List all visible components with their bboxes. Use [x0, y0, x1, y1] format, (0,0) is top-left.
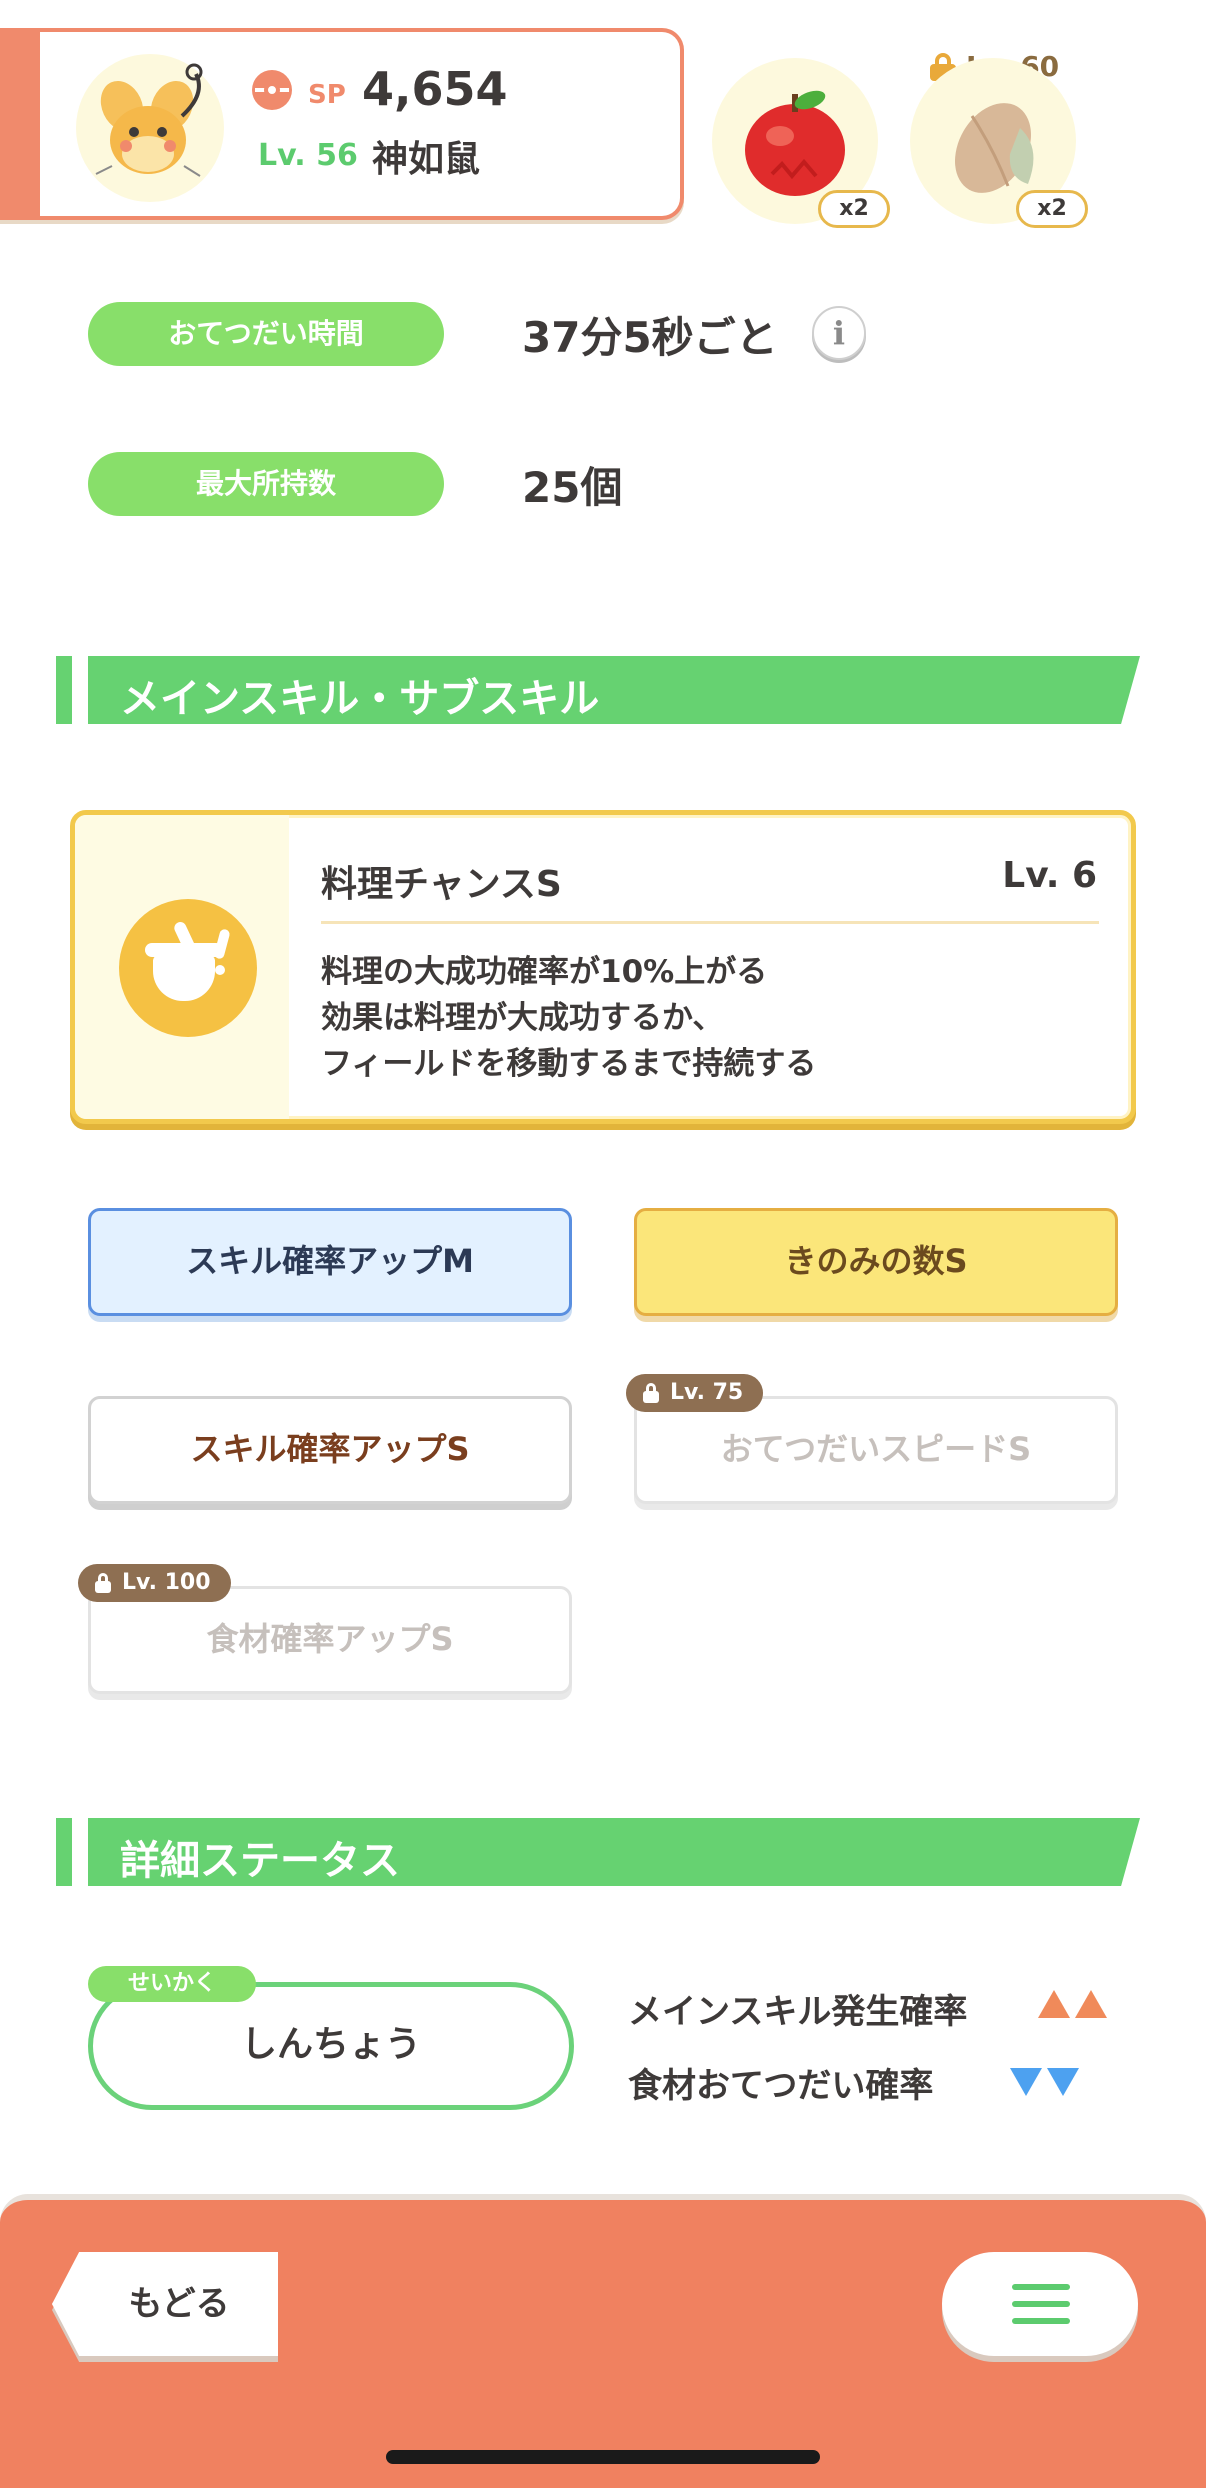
- pokemon-name: 神如鼠: [372, 139, 481, 180]
- nature-tag: せいかく: [88, 1966, 256, 2002]
- lock-icon: [94, 1573, 112, 1593]
- sub-skill-button-locked[interactable]: 食材確率アップS: [88, 1586, 572, 1694]
- up-arrows: [1038, 1990, 1108, 2022]
- back-button[interactable]: もどる: [52, 2252, 278, 2356]
- down-arrows: [1010, 2068, 1080, 2100]
- help-time-label: おてつだい時間: [88, 302, 444, 366]
- info-icon[interactable]: i: [812, 306, 866, 360]
- card-accent-bar: [0, 32, 40, 216]
- sub-skill-button[interactable]: スキル確率アップS: [88, 1396, 572, 1504]
- lock-level-tag: Lv. 75: [626, 1374, 764, 1412]
- sp-label: SP: [308, 80, 346, 110]
- nature-down-label: 食材おてつだい確率: [628, 2066, 934, 2106]
- main-skill-description: 料理の大成功確率が10%上がる 効果は料理が大成功するか、 フィールドを移動する…: [321, 954, 817, 1082]
- max-carry-value: 25個: [522, 463, 623, 512]
- main-skill-card[interactable]: 料理チャンスS Lv. 6 料理の大成功確率が10%上がる 効果は料理が大成功す…: [70, 810, 1136, 1124]
- section-title: 詳細ステータス: [120, 1838, 400, 1884]
- pokemon-avatar: [76, 54, 224, 202]
- pokeball-icon: [252, 70, 292, 110]
- dedenne-icon: [95, 63, 203, 177]
- divider: [321, 921, 1099, 924]
- sub-skill-button-locked[interactable]: おてつだいスピードS: [634, 1396, 1118, 1504]
- down-arrow-icon: [1047, 2068, 1080, 2096]
- main-skill-level: Lv. 6: [1002, 855, 1097, 896]
- up-arrow-icon: [1075, 1990, 1108, 2018]
- hamburger-icon: [1012, 2284, 1070, 2290]
- cooking-pot-icon: [119, 899, 257, 1037]
- pokemon-card[interactable]: SP 4,654 Lv. 56 神如鼠: [0, 28, 684, 220]
- section-bar: [56, 656, 72, 724]
- main-skill-name: 料理チャンスS: [321, 864, 562, 905]
- status-section-header: 詳細ステータス: [0, 1818, 1206, 1886]
- lock-level-tag: Lv. 100: [78, 1564, 231, 1602]
- section-title: メインスキル・サブスキル: [120, 676, 600, 722]
- pokemon-level: Lv. 56: [258, 138, 358, 173]
- down-arrow-icon: [1010, 2068, 1042, 2096]
- skill-icon-panel: [75, 815, 289, 1119]
- nature-up-label: メインスキル発生確率: [628, 1992, 968, 2032]
- sub-skill-button[interactable]: スキル確率アップM: [88, 1208, 572, 1316]
- section-bar: [56, 1818, 72, 1886]
- sub-skill-button[interactable]: きのみの数S: [634, 1208, 1118, 1316]
- ingredient-qty: x2: [818, 190, 890, 228]
- ingredient-qty: x2: [1016, 190, 1088, 228]
- max-carry-label: 最大所持数: [88, 452, 444, 516]
- sp-value: 4,654: [362, 62, 508, 116]
- skills-section-header: メインスキル・サブスキル: [0, 656, 1206, 724]
- help-time-value: 37分5秒ごと: [522, 313, 778, 362]
- home-indicator[interactable]: [386, 2450, 820, 2464]
- menu-button[interactable]: [942, 2252, 1138, 2356]
- up-arrow-icon: [1038, 1990, 1070, 2018]
- lock-icon: [642, 1383, 660, 1403]
